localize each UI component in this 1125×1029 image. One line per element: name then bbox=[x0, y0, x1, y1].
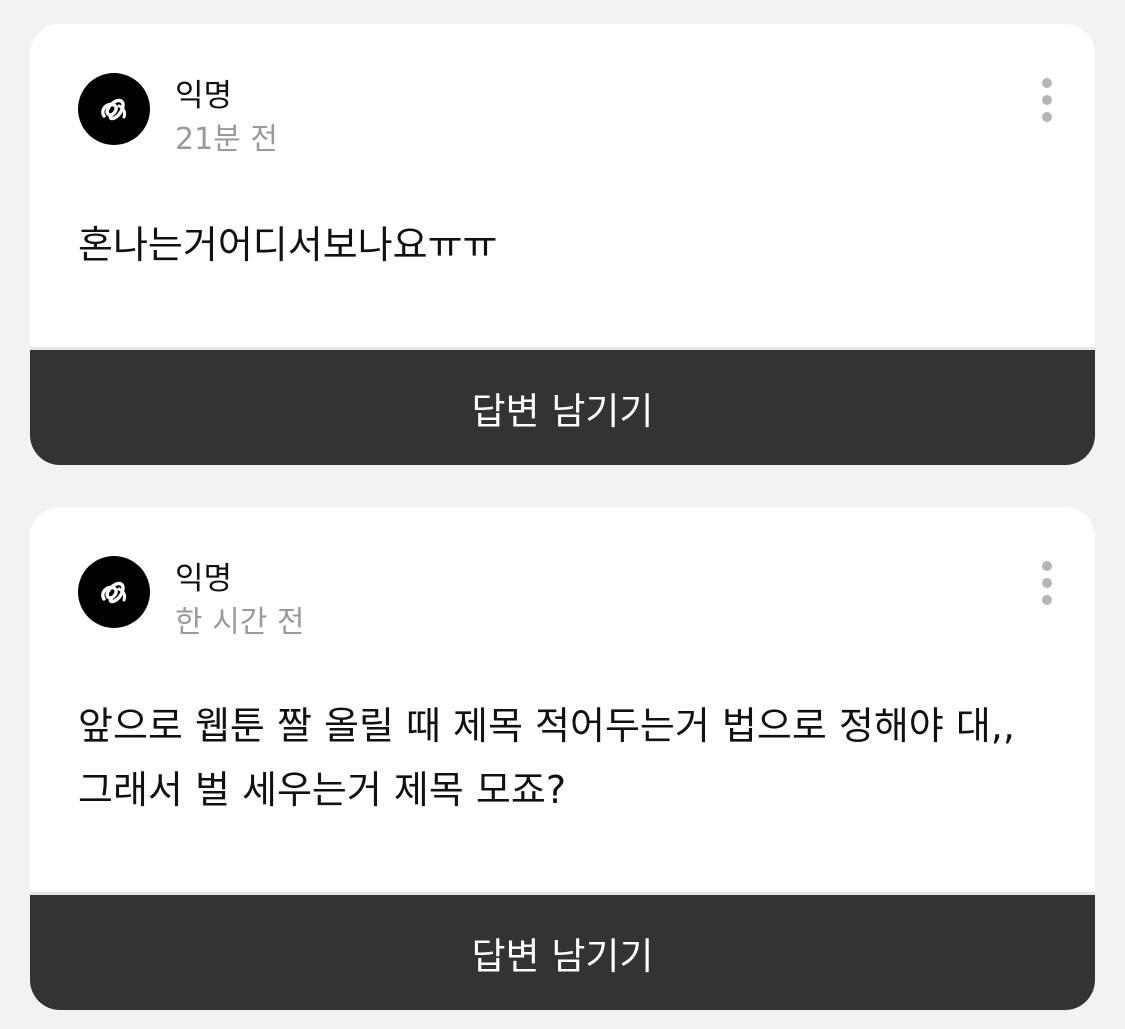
reply-button[interactable]: 답변 남기기 bbox=[30, 892, 1095, 1010]
anonymous-logo-icon bbox=[101, 98, 127, 121]
reply-button[interactable]: 답변 남기기 bbox=[30, 347, 1095, 465]
more-vertical-icon[interactable] bbox=[1037, 561, 1057, 605]
avatar[interactable] bbox=[78, 556, 150, 628]
anonymous-logo-icon bbox=[101, 581, 127, 604]
author-name: 익명 bbox=[175, 78, 233, 114]
author-name: 익명 bbox=[175, 561, 233, 597]
post-card: 익명 한 시간 전 앞으로 웹툰 짤 올릴 때 제목 적어두는거 법으로 정해야… bbox=[30, 507, 1095, 1010]
more-vertical-icon[interactable] bbox=[1037, 78, 1057, 122]
post-content: 앞으로 웹툰 짤 올릴 때 제목 적어두는거 법으로 정해야 대,, 그래서 벌… bbox=[78, 704, 1015, 812]
post-time: 한 시간 전 bbox=[175, 605, 305, 640]
reply-button-label: 답변 남기기 bbox=[471, 389, 654, 433]
post-content: 혼나는거어디서보나요ㅠㅠ bbox=[78, 223, 498, 267]
post-time: 21분 전 bbox=[175, 122, 278, 157]
reply-button-label: 답변 남기기 bbox=[471, 934, 654, 978]
avatar[interactable] bbox=[78, 73, 150, 145]
post-card: 익명 21분 전 혼나는거어디서보나요ㅠㅠ 답변 남기기 bbox=[30, 24, 1095, 465]
